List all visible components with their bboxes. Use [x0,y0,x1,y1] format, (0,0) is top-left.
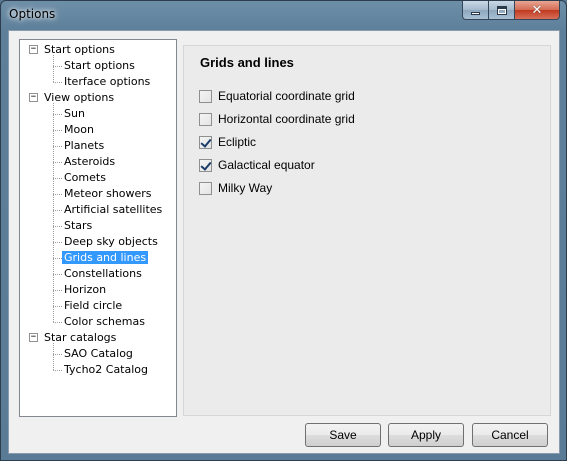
tree-item[interactable]: Field circle [62,298,124,314]
tree-item[interactable]: Iterface options [62,74,152,90]
option-row[interactable]: Ecliptic [199,134,256,150]
tree-item-label: Moon [64,123,94,136]
tree-item-label: Start options [64,59,135,72]
maximize-button[interactable] [489,1,515,20]
option-checkbox[interactable] [199,135,212,149]
tree-item-label: Deep sky objects [64,235,158,248]
tree-connector [53,162,62,163]
save-button[interactable]: Save [305,423,381,447]
tree-item[interactable]: Planets [62,138,106,154]
tree-connector [53,82,62,83]
tree-connector [53,274,62,275]
settings-panel: Grids and lines Equatorial coordinate gr… [183,45,551,416]
close-icon: ✕ [531,2,543,18]
panel-title: Grids and lines [200,55,294,70]
tree-connector [53,370,62,371]
tree-item[interactable]: Deep sky objects [62,234,160,250]
collapse-icon[interactable]: − [29,333,38,342]
tree-item-label: Planets [64,139,105,152]
tree-item[interactable]: Comets [62,170,108,186]
collapse-icon[interactable]: − [29,93,38,102]
tree-connector [53,226,62,227]
tree-connector [53,114,62,115]
tree-item-label: Sun [64,107,85,120]
option-checkbox[interactable] [199,158,212,172]
tree-item[interactable]: Artificial satellites [62,202,164,218]
tree-connector [53,290,62,291]
tree-item-label: Constellations [64,267,142,280]
minimize-icon [471,11,480,15]
tree-connector [53,322,62,323]
collapse-icon[interactable]: − [29,45,38,54]
tree-connector [53,194,62,195]
option-label: Equatorial coordinate grid [218,89,355,103]
tree-connector [53,66,62,67]
option-row[interactable]: Galactical equator [199,157,315,173]
tree-item[interactable]: Moon [62,122,96,138]
cancel-button[interactable]: Cancel [472,423,548,447]
tree-item[interactable]: Constellations [62,266,144,282]
tree-connector [53,146,62,147]
option-row[interactable]: Equatorial coordinate grid [199,88,355,104]
option-checkbox[interactable] [199,89,212,103]
maximize-icon [496,5,507,15]
tree-item[interactable]: Asteroids [62,154,117,170]
tree-item[interactable]: SAO Catalog [62,346,135,362]
tree-item-label: Artificial satellites [64,203,163,216]
tree-item-label: Iterface options [64,75,151,88]
tree-item[interactable]: Tycho2 Catalog [62,362,150,378]
window-controls: ✕ [462,1,560,20]
option-label: Galactical equator [218,158,315,172]
tree-connector [53,354,62,355]
window-title: Options [9,7,56,21]
tree-item[interactable]: Sun [62,106,87,122]
option-label: Ecliptic [218,135,257,149]
title-bar[interactable]: Options ✕ [1,1,566,29]
option-row[interactable]: Horizontal coordinate grid [199,111,355,127]
close-button[interactable]: ✕ [515,1,560,20]
minimize-button[interactable] [462,1,489,20]
tree-item-label: Meteor showers [64,187,152,200]
tree-item-label: Stars [64,219,93,232]
tree-item-label: Tycho2 Catalog [64,363,149,376]
tree-connector [53,55,54,82]
option-label: Horizontal coordinate grid [218,112,355,126]
dialog-client: − Start options Start options Iterface opti… [8,30,560,454]
tree-item[interactable]: Start options [62,58,137,74]
option-row[interactable]: Milky Way [199,180,272,196]
tree-item-label: Field circle [64,299,123,312]
tree-item[interactable]: Stars [62,218,94,234]
tree-connector [53,103,54,322]
tree-item-label: Horizon [64,283,107,296]
tree-connector [53,210,62,211]
tree-connector [53,258,62,259]
tree-connector [53,242,62,243]
tree-item-label: Grids and lines [62,251,149,264]
apply-button[interactable]: Apply [388,423,464,447]
tree-connector [53,178,62,179]
tree-connector [53,130,62,131]
tree-item-label: Color schemas [64,315,145,328]
tree-item-label: SAO Catalog [64,347,133,360]
option-checkbox[interactable] [199,112,212,126]
tree-item-label: Comets [64,171,106,184]
options-window: Options ✕ − Start options Start options Ite… [0,0,567,461]
options-tree[interactable]: − Start options Start options Iterface opti… [19,39,177,417]
tree-item[interactable]: Color schemas [62,314,147,330]
tree-connector [53,343,54,370]
tree-item[interactable]: Meteor showers [62,186,154,202]
option-label: Milky Way [218,181,273,195]
tree-item[interactable]: Grids and lines [62,250,149,266]
tree-item-label: Asteroids [64,155,116,168]
tree-connector [53,306,62,307]
option-checkbox[interactable] [199,181,212,195]
tree-item[interactable]: Horizon [62,282,108,298]
